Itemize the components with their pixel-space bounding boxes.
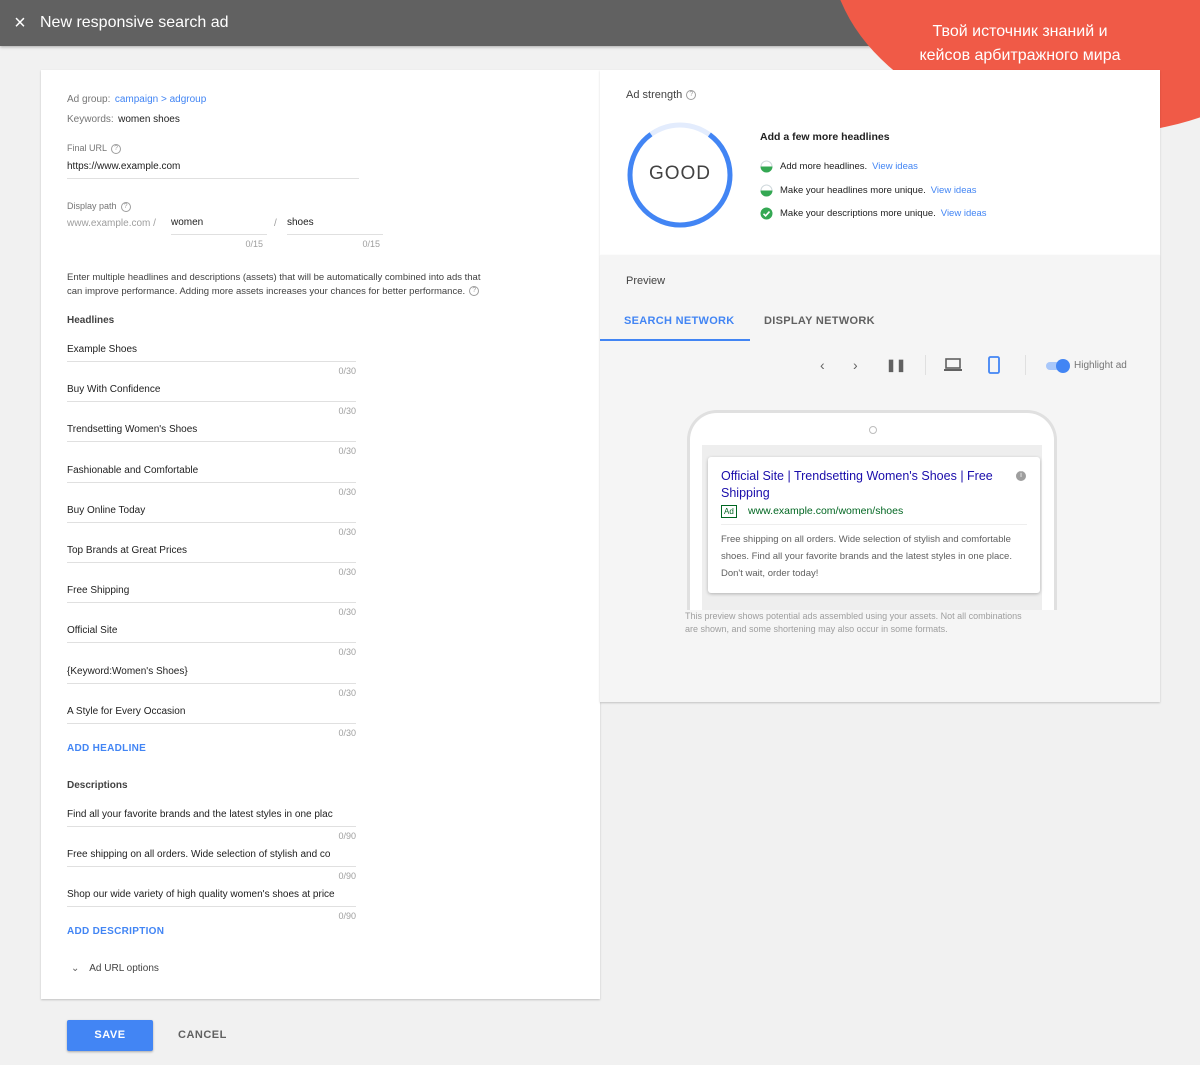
headline-input[interactable]: Example Shoes — [67, 332, 356, 362]
preview-card: Preview SEARCH NETWORK DISPLAY NETWORK ‹… — [600, 255, 1160, 702]
display-path-label: Display path? — [67, 201, 131, 212]
view-ideas-link[interactable]: View ideas — [872, 161, 918, 172]
headline-input[interactable]: A Style for Every Occasion — [67, 694, 356, 724]
ad-url-options-toggle[interactable]: ⌄ Ad URL options — [71, 963, 159, 974]
headline-input[interactable]: {Keyword:Women's Shoes} — [67, 654, 356, 684]
description-input[interactable]: Find all your favorite brands and the la… — [67, 797, 356, 827]
keywords-value: women shoes — [118, 114, 180, 125]
next-icon[interactable]: › — [853, 357, 858, 373]
tools-icon[interactable]: ✎ — [1093, 15, 1105, 32]
view-ideas-link[interactable]: View ideas — [941, 208, 987, 219]
headline-counter: 0/30 — [338, 727, 356, 738]
ad-group-row: Ad group: campaign > adgroup — [67, 89, 206, 107]
assets-intro: Enter multiple headlines and description… — [67, 272, 481, 297]
keywords-row: Keywords: women shoes — [67, 109, 180, 127]
ad-strength-card: Ad strength? GOOD Add a few more headlin… — [600, 70, 1160, 255]
tip-item: Make your headlines more unique. View ide… — [760, 184, 977, 197]
notifications-icon[interactable]: ◆ — [1145, 15, 1156, 32]
path2-input[interactable]: shoes — [287, 213, 383, 235]
tip-item: Make your descriptions more unique. View … — [760, 207, 987, 220]
desktop-icon[interactable] — [943, 358, 963, 372]
divider — [1025, 355, 1026, 375]
help-icon[interactable]: ? — [686, 90, 697, 101]
headline-input[interactable]: Trendsetting Women's Shoes — [67, 412, 356, 443]
keywords-label: Keywords: — [67, 114, 114, 125]
description-counter: 0/90 — [338, 911, 356, 921]
add-headline-button[interactable]: ADD HEADLINE — [67, 743, 146, 754]
previous-icon[interactable]: ‹ — [820, 357, 825, 373]
ad-group-label: Ad group: — [67, 94, 111, 105]
path2-counter: 0/15 — [362, 239, 380, 249]
headlines-title: Headlines — [67, 315, 115, 326]
ad-badge: Ad — [721, 505, 737, 518]
headline-input[interactable]: Fashionable and Comfortable — [67, 453, 356, 483]
final-url-label: Final URL? — [67, 143, 122, 154]
half-circle-icon — [760, 184, 773, 196]
ad-strength-rating: GOOD — [648, 163, 712, 184]
chevron-down-icon: ⌄ — [71, 963, 80, 974]
tips-title: Add a few more headlines — [760, 131, 890, 143]
final-url-input[interactable]: https://www.example.com — [67, 155, 359, 179]
help-icon[interactable]: ? — [1121, 15, 1129, 31]
help-icon[interactable]: ? — [111, 143, 122, 154]
tab-search-network[interactable]: SEARCH NETWORK — [624, 315, 735, 327]
description-input[interactable]: Shop our wide variety of high quality wo… — [67, 877, 356, 907]
ad-headline[interactable]: Official Site | Trendsetting Women's Sho… — [721, 468, 1001, 502]
top-bar: × New responsive search ad ▦ ✎ ? ◆ ● — [0, 0, 1200, 46]
save-button[interactable]: SAVE — [67, 1020, 153, 1051]
help-icon[interactable]: ? — [120, 201, 131, 212]
tip-text: Make your headlines more unique. — [780, 184, 926, 196]
half-circle-icon — [760, 160, 773, 173]
phone-preview: Official Site | Trendsetting Women's Sho… — [687, 410, 1057, 610]
view-ideas-link[interactable]: View ideas — [931, 185, 977, 196]
description-input[interactable]: Free shipping on all orders. Wide select… — [67, 837, 356, 867]
preview-title: Preview — [626, 275, 666, 287]
headline-input[interactable]: Top Brands at Great Prices — [67, 533, 356, 563]
headline-input[interactable]: Official Site — [67, 613, 356, 644]
active-tab-indicator — [600, 339, 750, 341]
cancel-button[interactable]: CANCEL — [178, 1020, 227, 1051]
ad-group-link[interactable]: campaign > adgroup — [115, 94, 206, 105]
path1-counter: 0/15 — [245, 239, 263, 249]
highlight-ad-label: Highlight ad — [1074, 360, 1127, 371]
check-circle-icon — [760, 207, 773, 220]
tip-text: Add more headlines. — [780, 161, 868, 172]
close-icon[interactable]: × — [0, 0, 40, 46]
ad-display-url: www.example.com/women/shoes — [748, 505, 904, 517]
info-icon[interactable]: i — [1016, 471, 1026, 481]
pause-icon[interactable]: ❚❚ — [886, 358, 906, 372]
page-title: New responsive search ad — [40, 14, 229, 31]
tab-display-network[interactable]: DISPLAY NETWORK — [764, 315, 875, 327]
ad-strength-title: Ad strength? — [626, 89, 697, 101]
toggle-knob — [1056, 359, 1070, 373]
path1-input[interactable]: women — [171, 213, 267, 235]
camera-icon — [869, 426, 877, 434]
headline-input[interactable]: Buy Online Today — [67, 493, 356, 523]
path-separator: / — [274, 218, 277, 229]
divider — [721, 524, 1027, 525]
toolbar-icons: ▦ ✎ ? ◆ ● — [1064, 0, 1180, 46]
account-avatar-icon[interactable]: ● — [1172, 15, 1180, 31]
tip-item: Add more headlines. View ideas — [760, 160, 918, 173]
mobile-icon[interactable] — [988, 356, 1000, 374]
headline-input[interactable]: Free Shipping — [67, 573, 356, 604]
preview-note: This preview shows potential ads assembl… — [685, 611, 1022, 634]
phone-screen: Official Site | Trendsetting Women's Sho… — [702, 445, 1042, 610]
display-path-prefix: www.example.com / — [67, 218, 156, 229]
divider — [925, 355, 926, 375]
highlight-ad-toggle[interactable] — [1046, 359, 1070, 373]
add-description-button[interactable]: ADD DESCRIPTION — [67, 926, 164, 937]
help-icon[interactable]: ? — [469, 286, 480, 297]
headline-input[interactable]: Buy With Confidence — [67, 372, 356, 403]
ad-description: Free shipping on all orders. Wide select… — [721, 534, 1012, 579]
ad-form-card: Ad group: campaign > adgroup Keywords: w… — [41, 70, 600, 999]
descriptions-title: Descriptions — [67, 780, 128, 791]
ad-preview: Official Site | Trendsetting Women's Sho… — [708, 457, 1040, 593]
tip-text: Make your descriptions more unique. — [780, 208, 936, 219]
reports-icon[interactable]: ▦ — [1064, 15, 1077, 32]
